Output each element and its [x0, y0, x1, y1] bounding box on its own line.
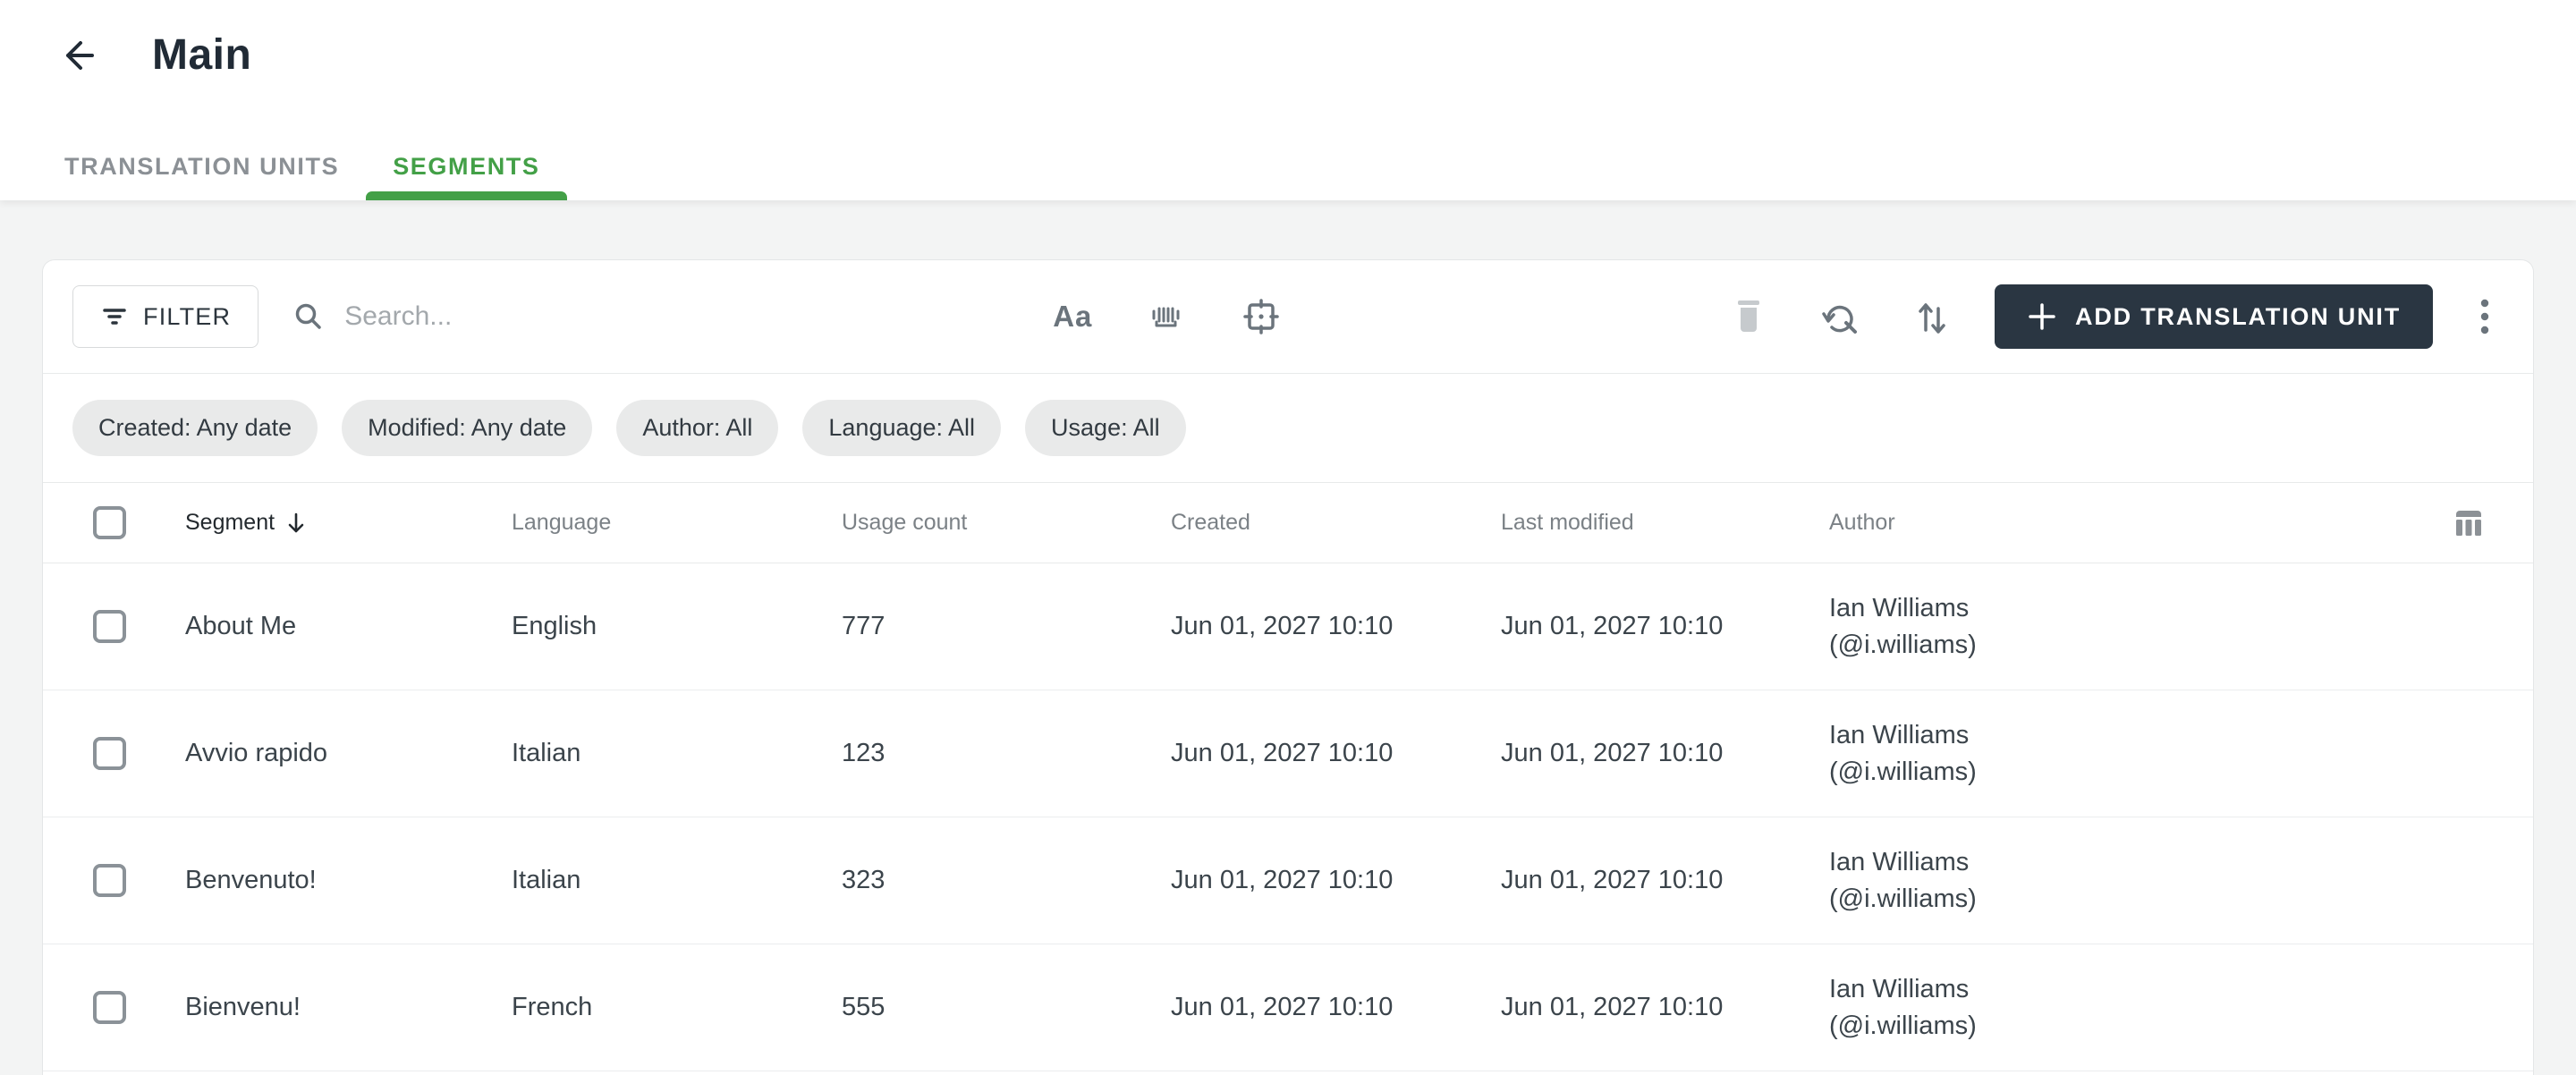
match-case-icon[interactable]: Aa — [1053, 300, 1092, 334]
filter-button[interactable]: FILTER — [72, 285, 259, 348]
segments-card: FILTER Aa — [42, 259, 2534, 1075]
cell-created: Jun 01, 2027 10:10 — [1171, 993, 1394, 1021]
column-header-language[interactable]: Language — [512, 510, 842, 536]
cell-created: Jun 01, 2027 10:10 — [1171, 739, 1394, 767]
author-name: Ian Williams — [1829, 847, 1970, 876]
plus-icon — [2027, 301, 2057, 332]
filter-button-label: FILTER — [143, 302, 232, 330]
author-handle: (@i.williams) — [1829, 884, 1977, 913]
table-header-row: Segment Language Usage count Created Las… — [43, 483, 2533, 563]
add-translation-unit-button[interactable]: ADD TRANSLATION UNIT — [1995, 284, 2433, 349]
column-header-created[interactable]: Created — [1171, 510, 1501, 536]
tab-bar: TRANSLATION UNITS SEGMENTS — [0, 153, 2576, 200]
filter-chips-row: Created: Any date Modified: Any date Aut… — [43, 374, 2533, 483]
search-mode-icons: Aa — [1053, 298, 1280, 335]
chip-modified[interactable]: Modified: Any date — [342, 400, 593, 456]
match-whole-word-icon[interactable] — [1149, 299, 1185, 334]
cell-language: Italian — [512, 739, 581, 767]
search-box — [292, 300, 1053, 333]
row-checkbox[interactable] — [93, 991, 126, 1024]
bulk-action-icons — [1732, 298, 1948, 335]
toolbar: FILTER Aa — [43, 260, 2533, 374]
select-all-checkbox[interactable] — [93, 506, 126, 539]
cell-modified: Jun 01, 2027 10:10 — [1501, 739, 1724, 767]
cell-modified: Jun 01, 2027 10:10 — [1501, 993, 1724, 1021]
search-input[interactable] — [344, 301, 971, 332]
cell-modified: Jun 01, 2027 10:10 — [1501, 866, 1724, 894]
cell-usage: 777 — [842, 612, 886, 640]
table-row: Avvio rapido Italian 123 Jun 01, 2027 10… — [43, 690, 2533, 817]
column-header-usage[interactable]: Usage count — [842, 510, 1171, 536]
author-handle: (@i.williams) — [1829, 630, 1977, 659]
author-handle: (@i.williams) — [1829, 1011, 1977, 1040]
chip-usage[interactable]: Usage: All — [1025, 400, 1186, 456]
cell-language: French — [512, 993, 593, 1021]
tab-translation-units[interactable]: TRANSLATION UNITS — [38, 153, 366, 200]
author-name: Ian Williams — [1829, 720, 1970, 749]
cell-author: Ian Williams (@i.williams) — [1829, 844, 2453, 918]
search-icon — [292, 300, 325, 333]
active-tab-indicator — [366, 191, 567, 200]
cell-segment: Avvio rapido — [185, 739, 328, 767]
author-handle: (@i.williams) — [1829, 757, 1977, 786]
column-header-author[interactable]: Author — [1829, 510, 2453, 536]
chip-created[interactable]: Created: Any date — [72, 400, 318, 456]
find-replace-icon[interactable] — [1821, 298, 1859, 335]
arrow-left-icon — [59, 36, 98, 75]
cell-author: Ian Williams (@i.williams) — [1829, 590, 2453, 664]
cell-segment: Bienvenu! — [185, 993, 301, 1021]
row-checkbox[interactable] — [93, 737, 126, 770]
chip-language[interactable]: Language: All — [802, 400, 1002, 456]
back-button[interactable] — [57, 34, 100, 77]
cell-author: Ian Williams (@i.williams) — [1829, 971, 2453, 1045]
column-header-modified[interactable]: Last modified — [1501, 510, 1829, 536]
cell-usage: 323 — [842, 866, 886, 894]
column-settings-icon[interactable] — [2453, 507, 2485, 539]
table-row: Benvenuto! Italian 323 Jun 01, 2027 10:1… — [43, 817, 2533, 944]
delete-icon[interactable] — [1732, 298, 1766, 335]
cell-segment: Benvenuto! — [185, 866, 317, 894]
sort-arrows-icon[interactable] — [1914, 298, 1948, 335]
row-checkbox[interactable] — [93, 610, 126, 643]
page-header: Main TRANSLATION UNITS SEGMENTS — [0, 0, 2576, 200]
author-name: Ian Williams — [1829, 593, 1970, 622]
cell-created: Jun 01, 2027 10:10 — [1171, 612, 1394, 640]
cell-author: Ian Williams (@i.williams) — [1829, 717, 2453, 791]
table-row: About Me English 777 Jun 01, 2027 10:10 … — [43, 563, 2533, 690]
cell-segment: About Me — [185, 612, 297, 640]
row-checkbox[interactable] — [93, 864, 126, 897]
table-row: Bienvenu! French 555 Jun 01, 2027 10:10 … — [43, 944, 2533, 1071]
add-button-label: ADD TRANSLATION UNIT — [2075, 302, 2401, 330]
author-name: Ian Williams — [1829, 974, 1970, 1003]
kebab-menu-icon[interactable] — [2479, 297, 2490, 336]
cell-modified: Jun 01, 2027 10:10 — [1501, 612, 1724, 640]
tab-segments[interactable]: SEGMENTS — [366, 153, 567, 200]
cell-created: Jun 01, 2027 10:10 — [1171, 866, 1394, 894]
page-body: FILTER Aa — [0, 200, 2576, 1075]
cell-usage: 555 — [842, 993, 886, 1021]
column-header-segment[interactable]: Segment — [185, 510, 512, 536]
filter-icon — [100, 302, 129, 331]
chip-author[interactable]: Author: All — [616, 400, 779, 456]
column-label-segment: Segment — [185, 510, 275, 535]
page-title: Main — [152, 31, 252, 79]
target-frame-icon[interactable] — [1242, 298, 1280, 335]
cell-language: Italian — [512, 866, 581, 894]
tab-segments-label: SEGMENTS — [393, 153, 540, 180]
cell-usage: 123 — [842, 739, 886, 767]
sort-desc-icon — [285, 512, 307, 535]
cell-language: English — [512, 612, 597, 640]
